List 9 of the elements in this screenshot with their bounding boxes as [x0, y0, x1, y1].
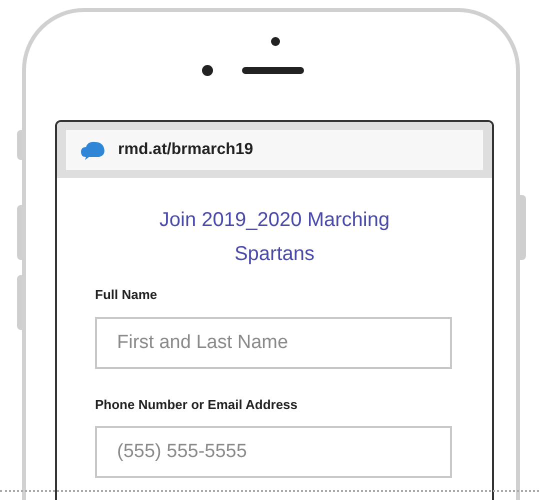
input-field[interactable]: (555) 555-5555 [95, 426, 452, 478]
field-label: Full Name [95, 286, 158, 304]
cloud-icon [80, 140, 106, 160]
input-field[interactable]: First and Last Name [95, 316, 452, 368]
speaker-slot [242, 67, 304, 74]
field-label: Phone Number or Email Address [95, 396, 299, 414]
url-text: rmd.at/brmarch19 [118, 140, 254, 160]
address-bar[interactable]: rmd.at/brmarch19 [66, 130, 483, 170]
form-title: Join 2019_2020 Marching Spartans [158, 208, 391, 267]
